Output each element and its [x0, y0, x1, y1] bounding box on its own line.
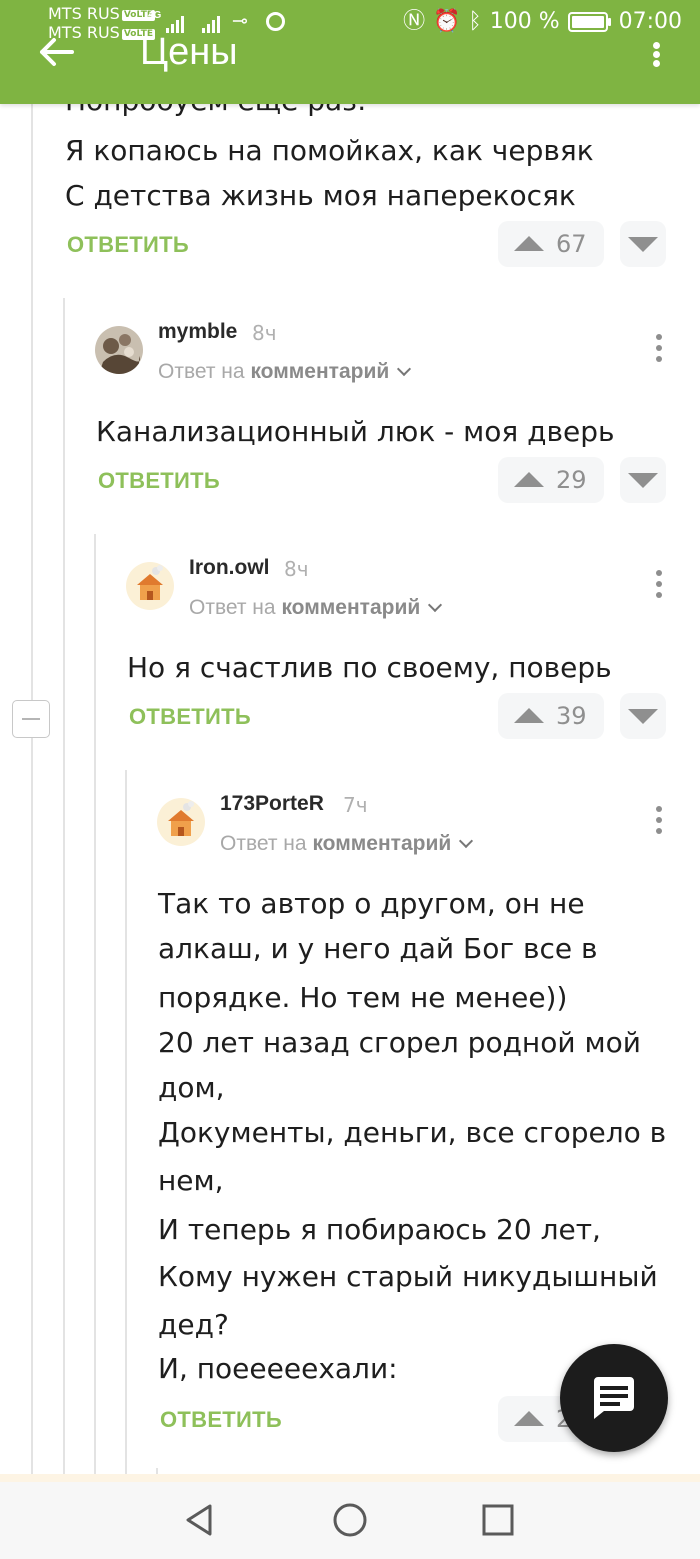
upvote-icon	[514, 472, 544, 487]
reply-to-link[interactable]: Ответ на комментарий	[189, 595, 443, 621]
comment-icon	[594, 1377, 634, 1419]
avatar[interactable]	[157, 798, 205, 846]
comment-body-line: Кому нужен старый никудышный	[158, 1260, 658, 1293]
nav-home-icon[interactable]	[330, 1500, 370, 1540]
reply-button[interactable]: ОТВЕТИТЬ	[67, 231, 189, 259]
clock: 07:00	[618, 9, 682, 34]
nfc-icon: Ⓝ	[403, 9, 426, 34]
comment-body-line: порядке. Но тем не менее))	[158, 981, 568, 1014]
comment-body-line: алкаш, и у него дай Бог все в	[158, 932, 598, 965]
comment-time: 8ч	[284, 557, 309, 581]
chevron-down-icon	[428, 597, 443, 613]
reply-to-link[interactable]: Ответ на комментарий	[220, 831, 474, 857]
avatar[interactable]	[126, 562, 174, 610]
bluetooth-icon: ᛒ	[468, 9, 482, 34]
reply-button[interactable]: ОТВЕТИТЬ	[160, 1406, 282, 1434]
app-header: MTS RUS VoLTE MTS RUS VoLTE 4G ⊸ Ⓝ ⏰ ᛒ 100…	[0, 0, 700, 104]
collapse-thread-button[interactable]	[12, 700, 50, 738]
next-comment-edge	[0, 1474, 700, 1482]
author-name[interactable]: mymble	[158, 319, 237, 345]
arrow-left-icon	[40, 38, 74, 66]
chevron-down-icon	[397, 361, 412, 377]
comment-body-line: нем,	[158, 1164, 224, 1197]
comment-body: Канализационный люк - моя дверь	[96, 415, 615, 448]
comment-body-line: 20 лет назад сгорел родной мой	[158, 1026, 641, 1059]
upvote-button[interactable]: 39	[498, 693, 604, 739]
upvote-icon	[514, 1411, 544, 1426]
more-options-icon[interactable]	[649, 332, 669, 364]
battery-percent: 100 %	[489, 9, 560, 34]
comment-body: Но я счастлив по своему, поверь	[127, 651, 612, 684]
upvote-button[interactable]: 29	[498, 457, 604, 503]
comment-body-line: Документы, деньги, все сгорело в	[158, 1116, 667, 1149]
chevron-down-icon	[459, 833, 474, 849]
battery-tip	[607, 18, 611, 26]
vote-count: 67	[556, 230, 587, 258]
network-type: 4G	[148, 10, 162, 21]
status-right: Ⓝ ⏰ ᛒ 100 % 07:00	[403, 9, 682, 35]
comment-body-line: И теперь я побираюсь 20 лет,	[158, 1213, 601, 1246]
nav-back-icon[interactable]	[180, 1500, 220, 1540]
status-bar: MTS RUS VoLTE MTS RUS VoLTE 4G ⊸ Ⓝ ⏰ ᛒ 100…	[0, 0, 700, 46]
upvote-icon	[514, 708, 544, 723]
page-title: Цены	[140, 31, 238, 73]
avatar[interactable]	[95, 326, 143, 374]
downvote-button[interactable]	[620, 693, 666, 739]
thread-line-level-0	[31, 0, 33, 1482]
comments-feed[interactable]: Попробуем еще раз: Я копаюсь на помойках…	[0, 0, 700, 1482]
vote-count: 29	[556, 466, 587, 494]
author-name[interactable]: Iron.owl	[189, 555, 270, 581]
downvote-button[interactable]	[620, 221, 666, 267]
kebab-menu-icon[interactable]	[644, 40, 668, 70]
thread-line-level-1	[63, 298, 65, 1482]
downvote-icon	[628, 237, 658, 252]
chat-status-icon	[266, 12, 285, 31]
thread-line-level-3	[125, 770, 127, 1482]
comment-body-line: дед?	[158, 1308, 229, 1341]
more-options-icon[interactable]	[649, 568, 669, 600]
thread-line-level-2	[94, 534, 96, 1482]
write-comment-button[interactable]	[560, 1344, 668, 1452]
comment-top-line-3: С детства жизнь моя наперекосяк	[65, 179, 576, 212]
battery-icon	[567, 12, 608, 32]
comment-time: 7ч	[343, 793, 368, 817]
reply-button[interactable]: ОТВЕТИТЬ	[129, 703, 251, 731]
downvote-icon	[628, 473, 658, 488]
author-name[interactable]: 173PorteR	[220, 791, 324, 817]
comment-body-line: Так то автор о другом, он не	[158, 887, 585, 920]
upvote-button[interactable]: 67	[498, 221, 604, 267]
comment-top-line-2: Я копаюсь на помойках, как червяк	[65, 134, 594, 167]
system-nav-bar	[0, 1482, 700, 1559]
more-options-icon[interactable]	[649, 804, 669, 836]
comment-body-line: дом,	[158, 1071, 225, 1104]
nav-recents-icon[interactable]	[478, 1500, 518, 1540]
comment-time: 8ч	[252, 321, 277, 345]
back-button[interactable]	[36, 32, 76, 72]
downvote-button[interactable]	[620, 457, 666, 503]
reply-to-link[interactable]: Ответ на комментарий	[158, 359, 412, 385]
reply-button[interactable]: ОТВЕТИТЬ	[98, 467, 220, 495]
alarm-icon: ⏰	[433, 9, 461, 34]
upvote-icon	[514, 236, 544, 251]
vote-count: 39	[556, 702, 587, 730]
comment-body-line: И, поееееехали:	[158, 1352, 398, 1385]
downvote-icon	[628, 709, 658, 724]
